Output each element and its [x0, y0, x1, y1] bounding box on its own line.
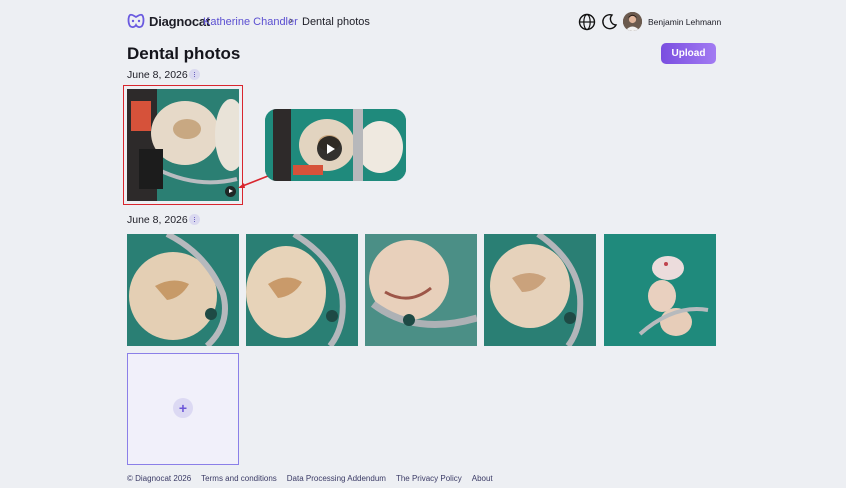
breadcrumb-separator-icon: ›: [289, 15, 293, 27]
photo-thumbnail[interactable]: [484, 234, 596, 346]
photo-thumbnail[interactable]: [604, 234, 716, 346]
plus-icon[interactable]: +: [173, 398, 193, 418]
play-icon[interactable]: [225, 186, 236, 197]
footer-link-about[interactable]: About: [472, 474, 493, 483]
photo-thumbnail[interactable]: [127, 234, 239, 346]
selection-highlight: [123, 85, 243, 205]
more-options-icon[interactable]: [189, 214, 200, 225]
play-icon[interactable]: [317, 136, 342, 161]
copyright-text: © Diagnocat 2026: [127, 474, 192, 483]
connector-arrow-icon: [238, 175, 269, 188]
footer-link-terms[interactable]: Terms and conditions: [201, 474, 277, 483]
user-name[interactable]: Benjamin Lehmann: [648, 17, 721, 27]
avatar[interactable]: [623, 12, 642, 31]
logo-icon: [127, 13, 145, 28]
globe-icon[interactable]: [578, 13, 596, 31]
footer: © Diagnocat 2026 Terms and conditions Da…: [127, 474, 493, 483]
more-options-icon[interactable]: [189, 69, 200, 80]
photo-thumbnail[interactable]: [246, 234, 358, 346]
upload-button[interactable]: Upload: [661, 43, 716, 64]
moon-icon[interactable]: [600, 13, 618, 31]
photo-thumbnail[interactable]: [365, 234, 477, 346]
breadcrumb-current: Dental photos: [302, 16, 370, 28]
footer-link-privacy[interactable]: The Privacy Policy: [396, 474, 462, 483]
footer-link-dpa[interactable]: Data Processing Addendum: [287, 474, 386, 483]
group-date: June 8, 2026: [127, 69, 188, 81]
diagnocat-logo[interactable]: Diagnocat: [127, 13, 210, 29]
page-title: Dental photos: [127, 44, 241, 63]
top-bar: Diagnocat Katherine Chandler › Dental ph…: [0, 0, 846, 44]
breadcrumb-patient-link[interactable]: Katherine Chandler: [203, 16, 298, 28]
brand-name: Diagnocat: [149, 13, 211, 29]
group-date: June 8, 2026: [127, 214, 188, 226]
